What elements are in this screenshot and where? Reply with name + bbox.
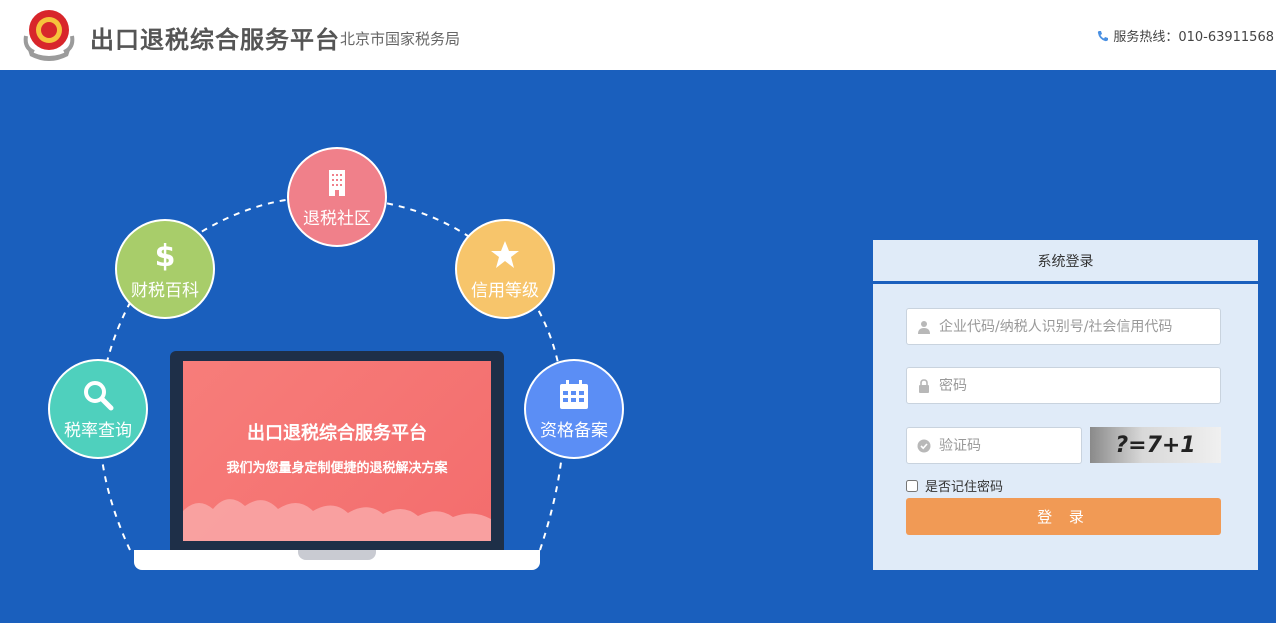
phone-icon <box>1098 30 1109 41</box>
bubble-rate-query[interactable]: 税率查询 <box>48 359 148 459</box>
bubble-label: 财税百科 <box>131 280 199 301</box>
hotline-text: 服务热线：010-63911568 <box>1113 30 1274 45</box>
bubble-label: 税率查询 <box>64 420 132 441</box>
captcha-image[interactable]: ?=7+1 <box>1090 427 1221 463</box>
dollar-icon: $ <box>155 239 176 272</box>
header: 出口退税综合服务平台 北京市国家税务局 服务热线：010-63911568 <box>0 0 1276 70</box>
password-input[interactable] <box>939 377 1209 394</box>
search-icon <box>84 380 114 410</box>
building-icon <box>329 169 345 196</box>
cloud-decoration <box>183 499 491 541</box>
username-input[interactable] <box>939 318 1209 335</box>
screen-subtitle: 我们为您量身定制便捷的退税解决方案 <box>226 461 448 476</box>
captcha-field[interactable] <box>906 427 1082 464</box>
bubble-qualification-filing[interactable]: 资格备案 <box>524 359 624 459</box>
username-field[interactable] <box>906 308 1221 345</box>
tax-emblem-icon <box>23 10 75 61</box>
laptop-notch <box>298 550 376 560</box>
user-icon <box>918 320 930 334</box>
bubble-finance-wiki[interactable]: $ 财税百科 <box>115 219 215 319</box>
screen-title: 出口退税综合服务平台 <box>247 423 427 444</box>
login-title: 系统登录 <box>873 240 1258 284</box>
bubble-credit-level[interactable]: 信用等级 <box>455 219 555 319</box>
svg-text:$: $ <box>155 239 176 272</box>
bubble-label: 退税社区 <box>303 208 371 229</box>
remember-label: 是否记住密码 <box>925 480 1004 495</box>
bubble-label: 信用等级 <box>471 280 539 301</box>
site-subtitle: 北京市国家税务局 <box>340 30 461 48</box>
login-button[interactable]: 登 录 <box>906 498 1221 535</box>
login-panel: 系统登录 ?=7+1 是否记住密码 登 录 <box>873 240 1258 570</box>
bubble-tax-community[interactable]: 退税社区 <box>287 147 387 247</box>
remember-checkbox[interactable] <box>906 479 918 492</box>
laptop-screen: 出口退税综合服务平台 我们为您量身定制便捷的退税解决方案 <box>183 361 491 541</box>
password-field[interactable] <box>906 367 1221 404</box>
remember-password[interactable]: 是否记住密码 <box>906 476 1003 495</box>
bubble-label: 资格备案 <box>540 420 608 441</box>
site-title: 出口退税综合服务平台 <box>90 26 340 54</box>
hero-illustration: 退税社区 $ 财税百科 信用等级 税率查询 资格备案 出口退税综合服务平台 我们… <box>0 70 700 623</box>
hotline: 服务热线：010-63911568 <box>1097 26 1274 45</box>
check-circle-icon <box>917 439 931 452</box>
captcha-input[interactable] <box>939 437 1069 454</box>
calendar-icon <box>560 379 588 409</box>
star-icon <box>491 240 519 268</box>
lock-icon <box>919 378 929 393</box>
